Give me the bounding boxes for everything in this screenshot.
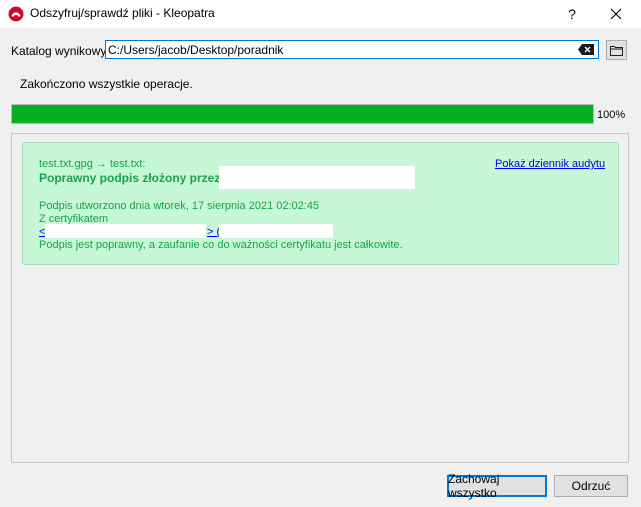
result-files: test.txt.gpg → test.txt: (39, 158, 146, 170)
output-dir-input[interactable] (108, 41, 568, 58)
window-title: Odszyfruj/sprawdź pliki - Kleopatra (30, 6, 215, 20)
validity-text: Podpis jest poprawny, a zaufanie co do w… (39, 239, 403, 251)
redacted-certificate-id (219, 224, 333, 238)
progress-fill (12, 105, 593, 123)
signature-date: Podpis utworzono dnia wtorek, 17 sierpni… (39, 200, 320, 212)
output-dir-field[interactable] (105, 40, 599, 59)
results-pane: test.txt.gpg → test.txt: Poprawny podpis… (11, 133, 629, 463)
progress-bar (11, 104, 594, 124)
close-button[interactable] (600, 0, 632, 28)
result-card: test.txt.gpg → test.txt: Poprawny podpis… (22, 142, 619, 265)
progress-percent: 100% (597, 109, 626, 121)
redacted-certificate-email (45, 224, 206, 238)
folder-icon (610, 45, 623, 56)
title-bar: Odszyfruj/sprawdź pliki - Kleopatra ? (0, 0, 641, 28)
help-button[interactable]: ? (560, 0, 584, 28)
audit-log-link[interactable]: Pokaż dziennik audytu (495, 158, 605, 170)
keep-all-button[interactable]: Zachowaj wszystko (447, 472, 547, 500)
status-text: Zakończono wszystkie operacje. (20, 77, 193, 91)
close-icon (610, 8, 622, 20)
discard-button[interactable]: Odrzuć (554, 475, 628, 497)
clear-input-icon[interactable] (578, 44, 594, 55)
output-dir-label: Katalog wynikowy: (11, 44, 110, 58)
browse-folder-button[interactable] (606, 40, 627, 60)
redacted-signer (219, 166, 415, 189)
kleopatra-icon (8, 6, 24, 22)
signature-heading: Poprawny podpis złożony przez (39, 171, 221, 185)
